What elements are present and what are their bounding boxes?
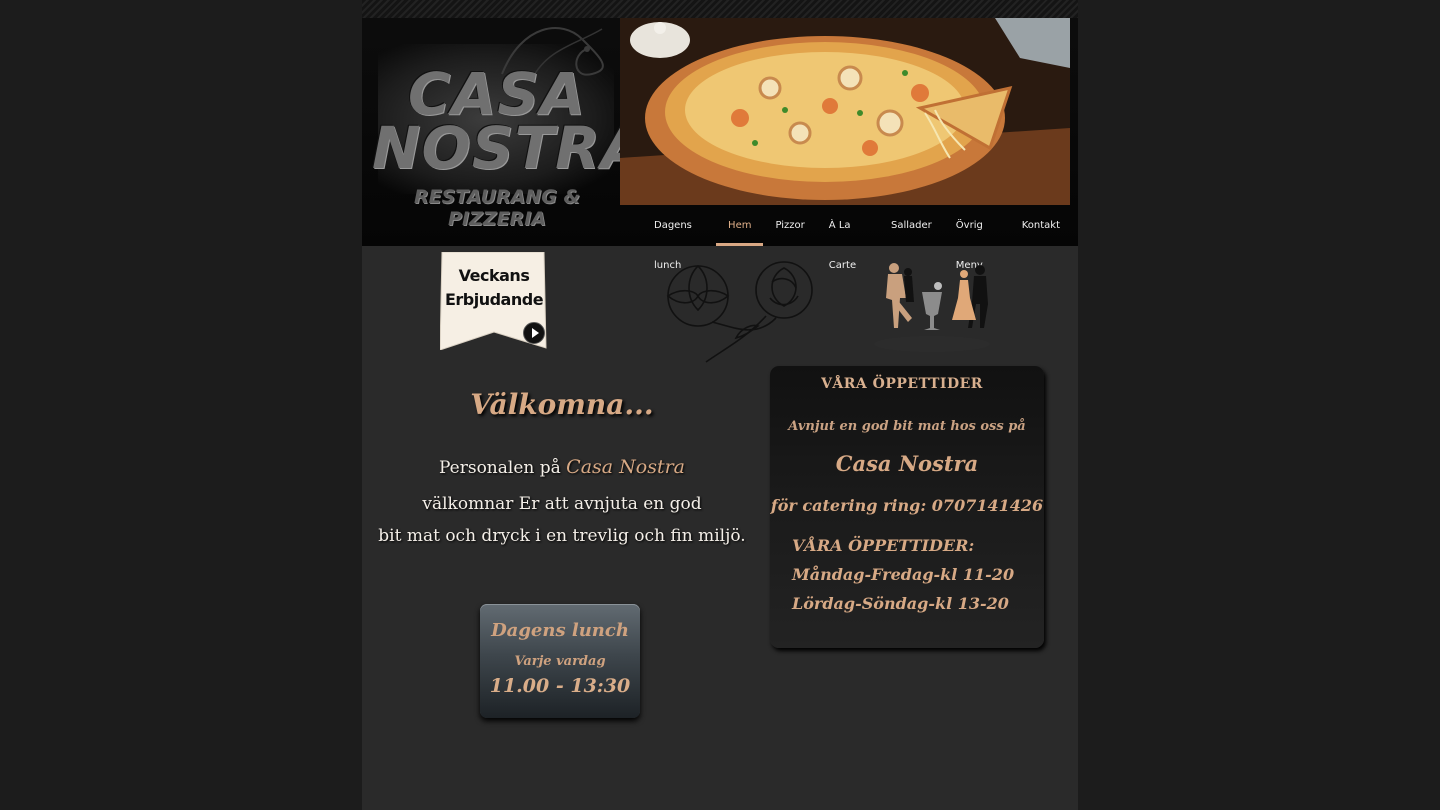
daily-lunch-button[interactable]: Dagens lunch Varje vardag 11.00 - 13:30 [480,604,640,718]
nav-item-dagens-lunch[interactable]: Dagens lunch [642,206,716,271]
hero-pizza-image [620,18,1070,205]
offer-line-1: Veckans [458,266,530,285]
welcome-brand-name: Casa Nostra [566,456,686,478]
nav-item-a-la-carte[interactable]: À La Carte [817,206,879,271]
site-logo[interactable]: CASA NOSTRA RESTAURANG & PIZZERIA [372,10,647,235]
welcome-line-2: välkomnar Er att avnjuta en god [422,494,702,514]
nav-item-kontakt[interactable]: Kontakt [1010,206,1072,246]
dancers-illustration-icon [874,263,990,352]
logo-nostra-text: NOSTRA [372,114,647,182]
nav-item-ovrig-meny[interactable]: Övrig Meny [944,206,1010,271]
hours-intro: Avnjut en god bit mat hos oss på [788,419,1026,434]
welcome-title: Välkomna... [470,388,654,421]
lunch-time: 11.00 - 13:30 [489,675,631,697]
site-header: CASA NOSTRA RESTAURANG & PIZZERIA Dagens… [362,0,1078,271]
roses-illustration-icon [666,261,813,363]
welcome-line-1-prefix: Personalen på [438,458,561,478]
catering-phone: för catering ring: 0707141426 [770,496,1044,515]
offer-line-2: Erbjudande [444,290,544,309]
hours-weekdays: Måndag-Fredag-kl 11-20 [792,565,1015,584]
welcome-line-1: Personalen på Casa Nostra [362,456,762,478]
nav-item-sallader[interactable]: Sallader [879,206,944,246]
offer-play-button[interactable] [523,322,545,344]
hours-brand-name: Casa Nostra [835,451,979,476]
nav-item-pizzor[interactable]: Pizzor [763,206,816,246]
nav-item-hem[interactable]: Hem [716,206,764,246]
welcome-line-3: bit mat och dryck i en trevlig och fin m… [378,526,746,546]
page-container: CASA NOSTRA RESTAURANG & PIZZERIA Dagens… [362,0,1078,810]
main-nav: Dagens lunch Hem Pizzor À La Carte Salla… [642,206,1078,271]
logo-subtitle: RESTAURANG & PIZZERIA [413,186,581,230]
lunch-title: Dagens lunch [491,620,629,641]
hours-title: VÅRA ÖPPETTIDER [821,376,983,392]
hours-weekend: Lördag-Söndag-kl 13-20 [792,594,1009,613]
lunch-subtitle: Varje vardag [514,654,606,669]
weekly-offer-ribbon[interactable]: Veckans Erbjudande [440,252,548,350]
hours-heading: VÅRA ÖPPETTIDER: [792,536,975,555]
opening-hours-panel: VÅRA ÖPPETTIDER Avnjut en god bit mat ho… [770,366,1044,648]
pizza-photo-icon [620,18,1070,205]
